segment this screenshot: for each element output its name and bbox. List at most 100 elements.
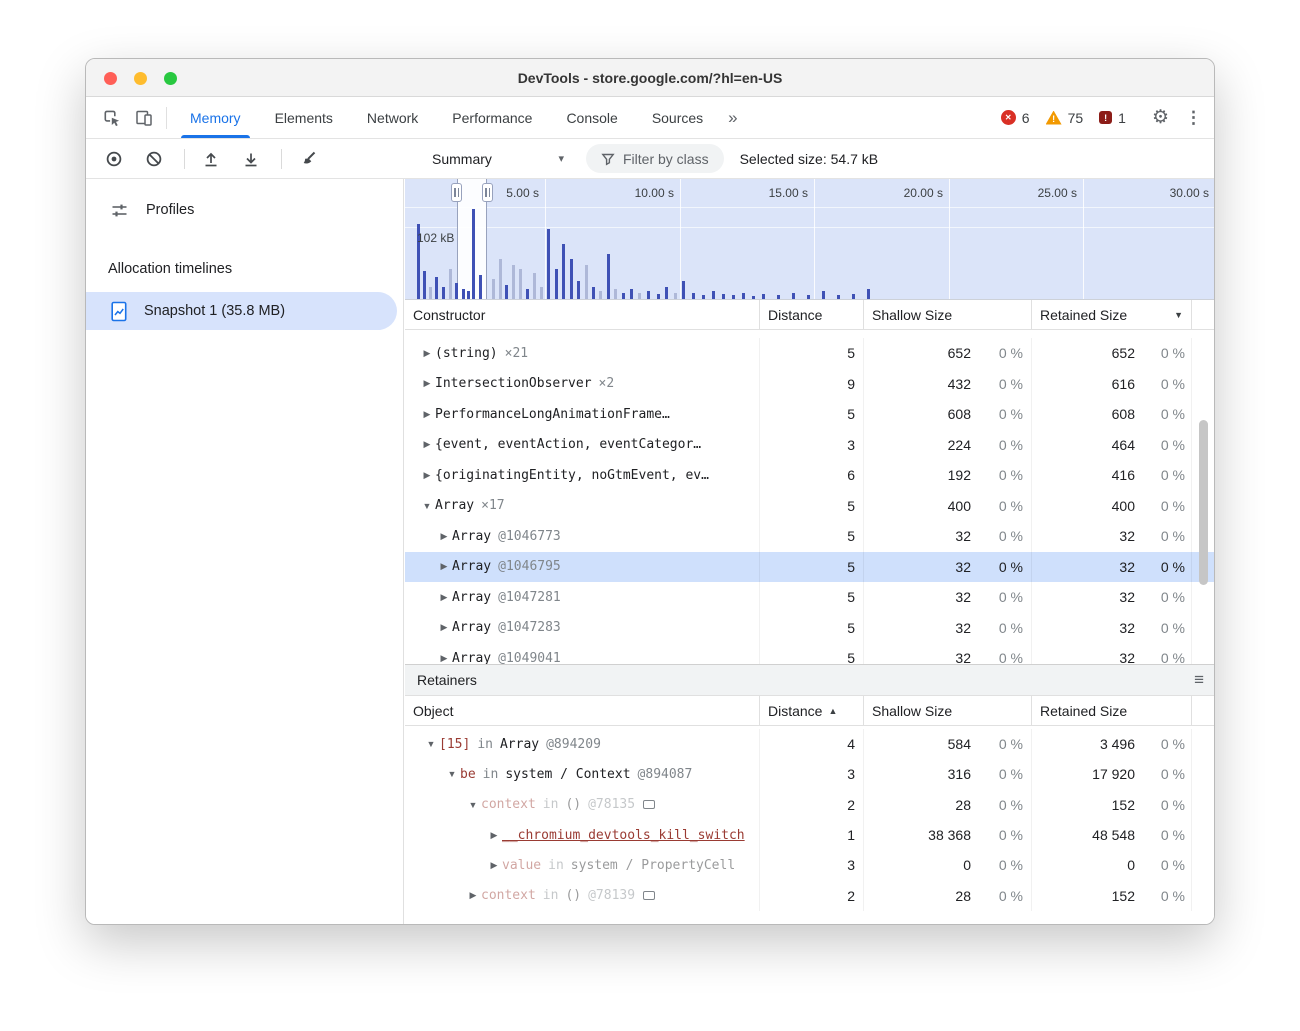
chevron-down-icon: ▾ [558,152,564,165]
settings-gear-icon[interactable]: ⚙ [1152,106,1169,129]
expander-icon[interactable]: ▶ [465,890,481,901]
expander-icon[interactable]: ▶ [436,561,452,572]
table-row[interactable]: ▶PerformanceLongAnimationFrame…56080 %60… [405,399,1215,430]
tab-performance[interactable]: Performance [435,97,549,138]
import-profile-button[interactable] [199,146,223,172]
device-toolbar-icon[interactable] [128,103,160,133]
table-row[interactable]: ▶Array@10472835320 %320 % [405,613,1215,644]
zoom-button[interactable] [164,72,177,85]
retained-size-percent: 0 % [1135,736,1191,752]
table-row[interactable]: ▶Array@10472815320 %320 % [405,582,1215,613]
clear-all-profiles-button[interactable] [142,146,166,172]
retained-size-value: 464 [1112,437,1135,453]
close-button[interactable] [104,72,117,85]
inspect-icon[interactable] [96,103,128,133]
expander-icon[interactable]: ▶ [436,622,452,633]
object-id: @894087 [638,767,693,782]
shallow-size-percent: 0 % [971,559,1031,575]
timeline-bar [607,254,610,299]
expander-icon[interactable]: ▶ [436,531,452,542]
summary-dropdown[interactable]: Summary ▾ [432,151,564,167]
table-row[interactable]: ▶contextin()@781392280 %1520 % [405,880,1215,910]
timeline-bar [577,281,580,299]
left-selection-handle[interactable] [451,183,462,202]
record-button[interactable] [102,146,126,172]
expander-icon[interactable]: ▶ [419,378,435,389]
expander-icon[interactable]: ▶ [436,653,452,664]
expander-icon[interactable]: ▶ [419,348,435,359]
tab-elements[interactable]: Elements [258,97,350,138]
object-type: system / PropertyCell [571,858,735,873]
table-row[interactable]: ▼beinsystem / Context@89408733160 %17 92… [405,759,1215,789]
tab-network[interactable]: Network [350,97,435,138]
expander-icon[interactable]: ▼ [444,769,460,779]
right-selection-handle[interactable] [482,183,493,202]
shallow-size-percent: 0 % [971,589,1031,605]
tab-console[interactable]: Console [549,97,634,138]
column-header-object[interactable]: Object [405,696,760,725]
shallow-size-value: 32 [955,528,971,544]
timeline-bar [867,289,870,299]
retained-size-percent: 0 % [1135,589,1191,605]
scrollbar-thumb[interactable] [1199,420,1208,585]
minimize-button[interactable] [134,72,147,85]
reveal-icon[interactable] [643,800,655,809]
table-row[interactable]: ▶Array@10467735320 %320 % [405,521,1215,552]
retainers-menu-icon[interactable]: ≡ [1194,670,1204,690]
tab-memory[interactable]: Memory [173,97,258,138]
table-row[interactable]: ▼contextin()@781352280 %1520 % [405,790,1215,820]
divider [184,149,185,169]
column-header-distance[interactable]: Distance [760,300,864,329]
expander-icon[interactable]: ▶ [436,592,452,603]
allocation-timeline-overview[interactable]: 102 kB 5.00 s10.00 s15.00 s20.00 s25.00 … [405,179,1215,299]
column-header-distance[interactable]: Distance▲ [760,696,864,725]
table-row[interactable]: ▶{originatingEntity, noGtmEvent, ev…6192… [405,460,1215,491]
table-row[interactable]: ▶valueinsystem / PropertyCell300 %00 % [405,850,1215,880]
kebab-menu-icon[interactable]: ⋮ [1185,108,1202,128]
column-header-constructor[interactable]: Constructor [405,300,760,329]
sidebar-item-snapshot-1[interactable]: Snapshot 1 (35.8 MB) [86,292,397,330]
warning-count: 75 [1068,110,1084,126]
expander-icon[interactable]: ▼ [419,501,435,511]
column-header-retained-size[interactable]: Retained Size▼ [1032,300,1192,329]
shallow-size-value: 28 [955,888,971,904]
distance-value: 5 [760,643,864,664]
table-row[interactable]: ▶(string)×2156520 %6520 % [405,338,1215,369]
column-header-shallow-size[interactable]: Shallow Size [864,696,1032,725]
retained-size-percent: 0 % [1135,650,1191,664]
shallow-size-percent: 0 % [971,827,1031,843]
expander-icon[interactable]: ▼ [423,739,439,749]
retained-size-percent: 0 % [1135,528,1191,544]
table-row[interactable]: ▶Array@10490415320 %320 % [405,643,1215,664]
timeline-gridline [1083,179,1084,299]
table-row[interactable]: ▶Array@10467955320 %320 % [405,552,1215,583]
expander-icon[interactable]: ▶ [486,860,502,871]
object-id: @1046773 [498,529,561,544]
console-errors-badge[interactable]: ✕ 6 [1001,110,1030,126]
expander-icon[interactable]: ▶ [486,830,502,841]
more-tabs-icon[interactable]: » [728,108,737,128]
shallow-size-percent: 0 % [971,888,1031,904]
tab-sources[interactable]: Sources [635,97,720,138]
shallow-size-percent: 0 % [971,857,1031,873]
export-profile-button[interactable] [239,146,263,172]
console-warnings-badge[interactable]: ! 75 [1046,110,1084,126]
delete-profile-brush-button[interactable] [296,146,320,172]
expander-icon[interactable]: ▶ [419,470,435,481]
expander-icon[interactable]: ▶ [419,409,435,420]
issues-badge[interactable]: ! 1 [1099,110,1126,126]
timeline-bar [442,287,445,299]
class-filter[interactable]: Filter by class [586,144,724,173]
column-header-shallow-size[interactable]: Shallow Size [864,300,1032,329]
table-row[interactable]: ▶{event, eventAction, eventCategor…32240… [405,430,1215,461]
column-header-retained-size[interactable]: Retained Size [1032,696,1192,725]
timeline-time-label: 30.00 s [1149,186,1209,200]
table-row[interactable]: ▶IntersectionObserver×294320 %6160 % [405,369,1215,400]
expander-icon[interactable]: ▶ [419,439,435,450]
table-row[interactable]: ▶__chromium_devtools_kill_switch138 3680… [405,820,1215,850]
table-row[interactable]: ▼[15]inArray@89420945840 %3 4960 % [405,729,1215,759]
table-row[interactable]: ▼Array×1754000 %4000 % [405,491,1215,522]
reveal-icon[interactable] [643,891,655,900]
retained-size-percent: 0 % [1135,406,1191,422]
expander-icon[interactable]: ▼ [465,800,481,810]
